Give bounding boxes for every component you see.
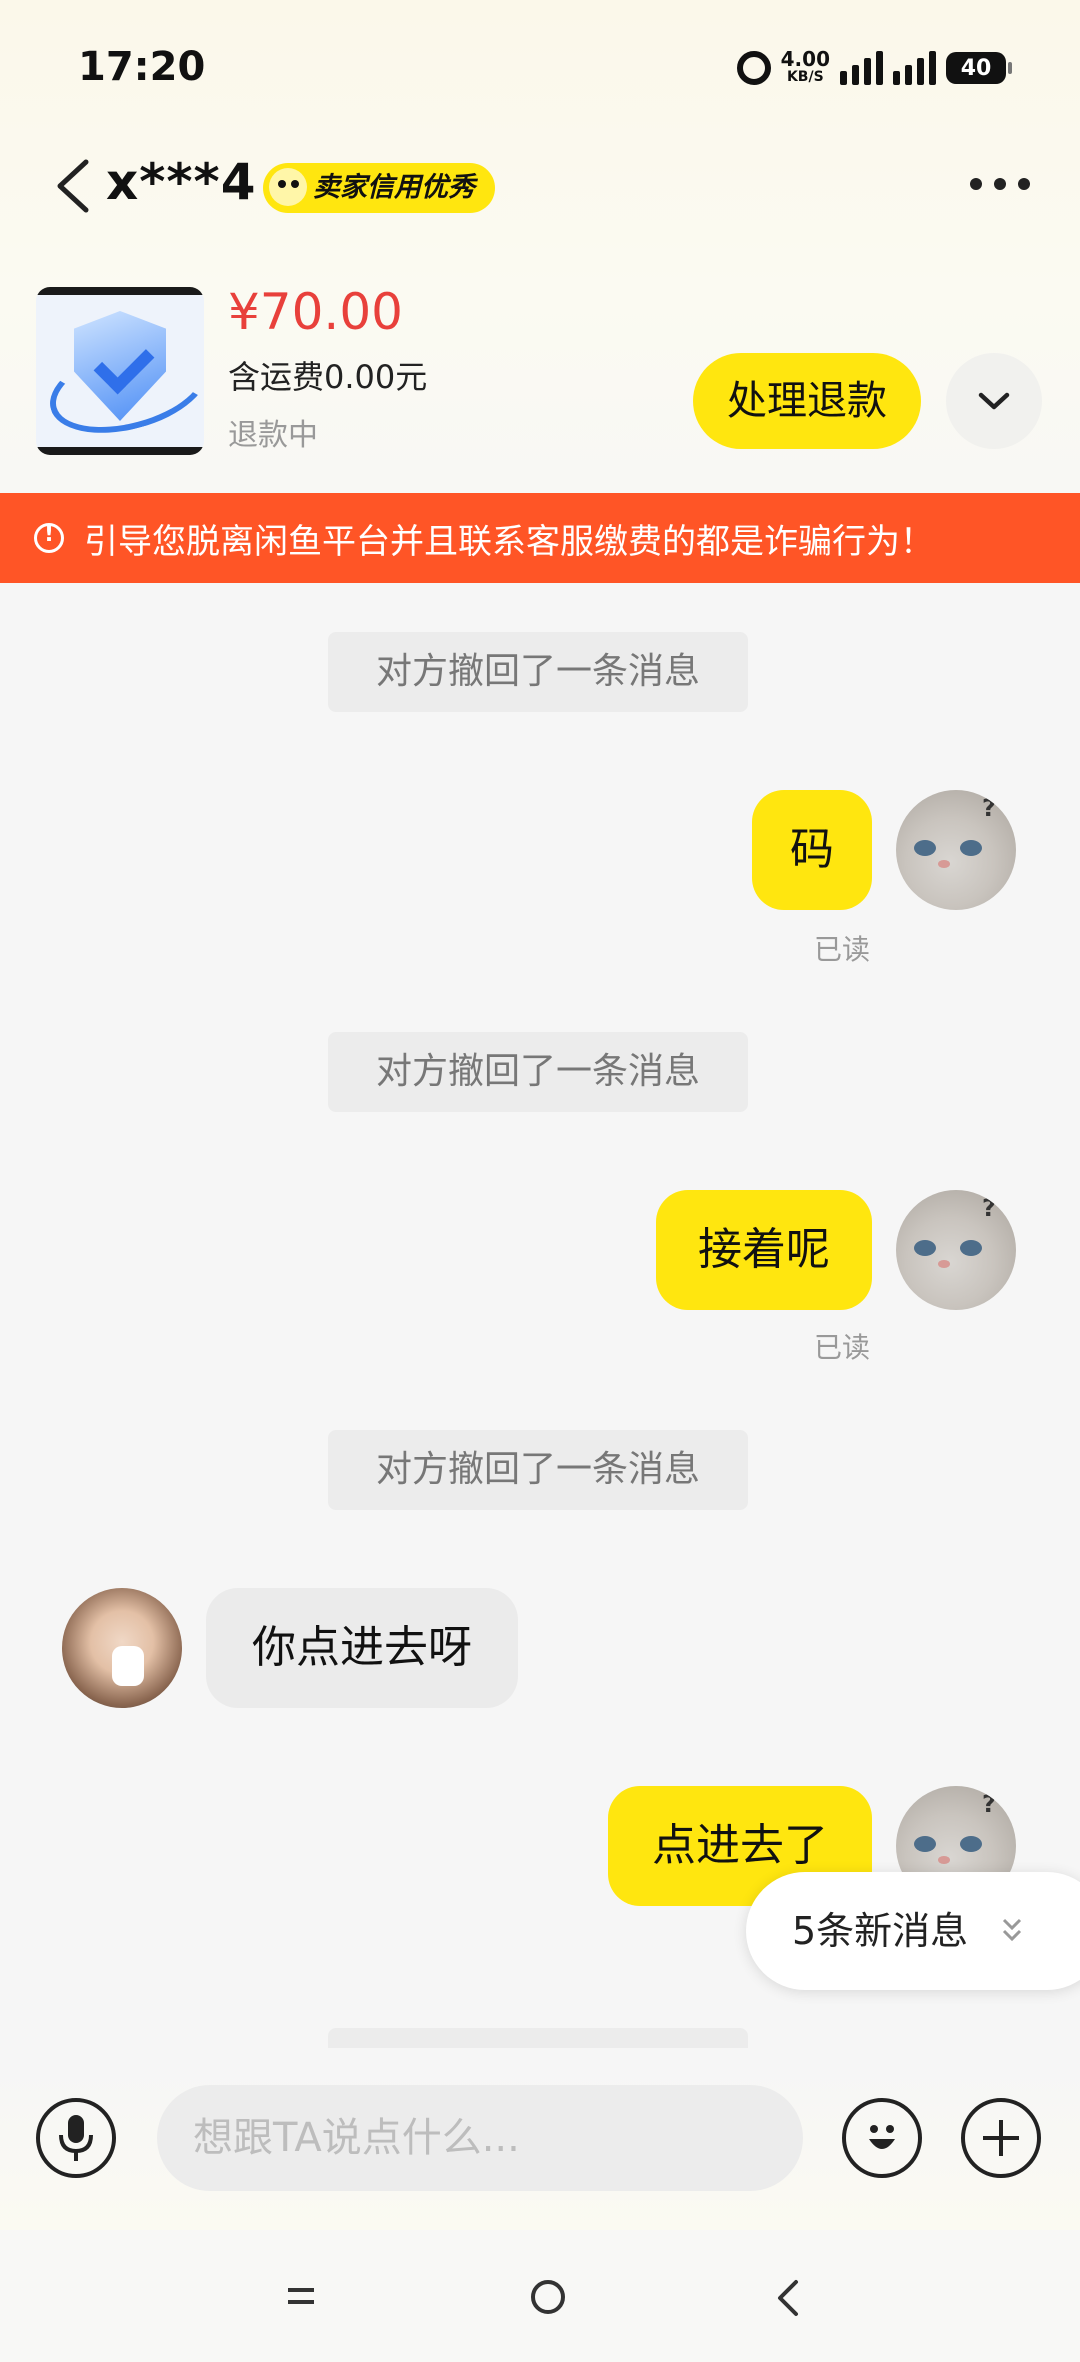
new-messages-label: 5条新消息 [792,1909,969,1953]
warning-icon [34,522,64,553]
emoji-button[interactable] [842,2098,922,2178]
status-icons: 4.00 KB/S 40 [736,46,1012,90]
new-messages-button[interactable]: 5条新消息 [746,1872,1080,1990]
system-message-partial [328,2028,748,2048]
signal-icon-2 [893,51,936,85]
mascot-icon [269,168,307,206]
more-dots-icon[interactable] [970,178,1030,190]
system-message: 对方撤回了一条消息 [328,632,748,712]
alarm-icon [736,51,771,85]
fraud-warning-banner: 引导您脱离闲鱼平台并且联系客服缴费的都是诈骗行为！ [0,493,1080,583]
message-input[interactable] [157,2085,803,2191]
product-price: ¥70.00 [228,283,403,341]
smiley-icon [869,2125,895,2149]
back-icon[interactable] [776,2278,800,2318]
chevron-left-icon[interactable] [52,158,92,214]
other-message-bubble[interactable]: 你点进去呀 [206,1588,518,1708]
double-chevron-down-icon [1002,1918,1022,1942]
signal-icon [840,51,883,85]
my-message-bubble[interactable]: 接着呢 [656,1190,872,1310]
read-receipt: 已读 [814,1331,871,1364]
expand-button[interactable] [946,353,1042,449]
product-thumbnail[interactable] [36,287,204,455]
shipping-fee: 含运费0.00元 [228,358,428,396]
add-button[interactable] [961,2098,1041,2178]
my-avatar[interactable]: ? [896,790,1016,910]
plus-icon [983,2120,1019,2156]
warning-text: 引导您脱离闲鱼平台并且联系客服缴费的都是诈骗行为！ [84,521,934,562]
handle-refund-button[interactable]: 处理退款 [693,353,921,449]
my-avatar[interactable]: ? [896,1190,1016,1310]
chevron-down-icon [978,392,1010,410]
chat-title: x***4 [106,153,257,211]
status-time: 17:20 [78,44,206,90]
battery-icon: 40 [946,52,1012,84]
seller-credit-badge[interactable]: 卖家信用优秀 [263,163,495,213]
system-message: 对方撤回了一条消息 [328,1032,748,1112]
system-message: 对方撤回了一条消息 [328,1430,748,1510]
microphone-icon [59,2115,93,2161]
menu-icon[interactable] [286,2286,316,2306]
order-status: 退款中 [228,418,318,453]
net-speed: 4.00 KB/S [780,47,830,85]
other-avatar[interactable] [62,1588,182,1708]
voice-button[interactable] [36,2098,116,2178]
my-message-bubble[interactable]: 码 [752,790,872,910]
home-icon[interactable] [531,2280,565,2314]
read-receipt: 已读 [814,933,871,966]
